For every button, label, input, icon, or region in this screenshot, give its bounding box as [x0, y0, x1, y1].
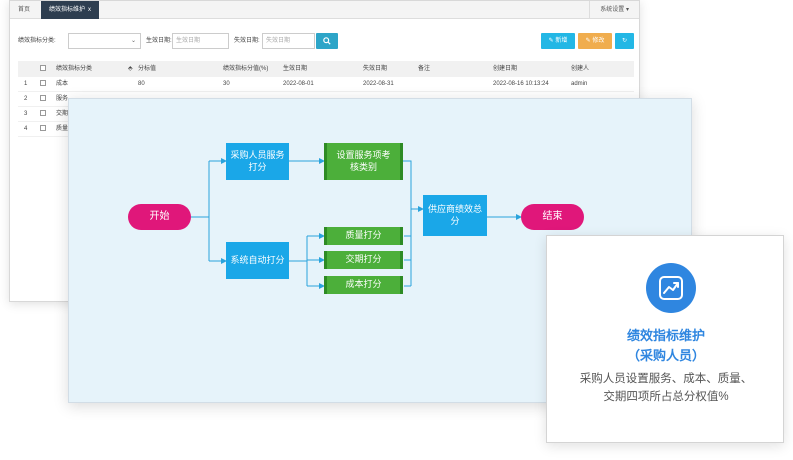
set-items-node: 设置服务项考 核类别 — [324, 143, 403, 180]
add-button[interactable]: ✎ 新增 — [541, 33, 575, 49]
col-score[interactable]: 绩效指标分值(%) — [223, 61, 268, 77]
col-note[interactable]: 备注 — [418, 61, 430, 77]
col-category[interactable]: 绩效指标分类 — [56, 61, 92, 77]
row-checkbox[interactable] — [40, 92, 46, 107]
search-bar: 绩效指标分类: ⌄ 生效日期: 生效日期 失效日期: 失效日期 ✎ 新增 ✎ 修… — [18, 33, 634, 51]
row-number: 1 — [24, 81, 28, 87]
col-created[interactable]: 创建日期 — [493, 61, 517, 77]
tab-home[interactable]: 首页 — [10, 1, 38, 19]
system-settings-menu[interactable]: 系统设置 ▾ — [589, 1, 629, 19]
info-title-line2: （采购人员） — [626, 348, 705, 363]
row-checkbox[interactable] — [40, 107, 46, 122]
effective-date-label: 生效日期: — [146, 38, 172, 44]
cell-value: 80 — [138, 81, 145, 87]
auto-score-node: 系统自动打分 — [226, 242, 289, 279]
cell-score: 30 — [223, 81, 230, 87]
add-label: 新增 — [555, 38, 568, 44]
row-checkbox[interactable] — [40, 77, 46, 92]
info-desc-line1: 采购人员设置服务、成本、质量、 — [579, 373, 753, 385]
buyer-score-node: 采购人员服务 打分 — [226, 143, 289, 180]
effective-date-input[interactable]: 生效日期 — [172, 33, 229, 49]
cell-creator: admin — [571, 81, 588, 87]
info-title-line1: 绩效指标维护 — [626, 328, 705, 343]
col-end[interactable]: 失效日期 — [363, 61, 387, 77]
feature-info-card: 绩效指标维护 （采购人员） 采购人员设置服务、成本、质量、 交期四项所占总分权值… — [546, 235, 784, 443]
row-number: 2 — [24, 96, 28, 102]
select-all-checkbox[interactable] — [40, 61, 46, 77]
tab-close-icon[interactable]: x — [88, 7, 91, 13]
edit-icon: ✎ — [548, 38, 554, 44]
start-node: 开始 — [128, 204, 191, 230]
cell-start: 2022-08-01 — [283, 81, 314, 87]
col-creator[interactable]: 创建人 — [571, 61, 589, 77]
info-title: 绩效指标维护 （采购人员） — [547, 326, 785, 366]
chart-trend-icon — [646, 263, 696, 313]
table-header: 绩效指标分类 ⬘ 分标值 绩效指标分值(%) 生效日期 失效日期 备注 创建日期… — [18, 61, 634, 77]
cell-category: 服务 — [56, 96, 69, 102]
refresh-button[interactable]: ↻ — [615, 33, 634, 49]
row-checkbox[interactable] — [40, 122, 46, 137]
tab-kpi-maintenance[interactable]: 绩效指标维护 x — [41, 1, 100, 19]
tab-kpi-label: 绩效指标维护 — [49, 7, 86, 13]
expire-date-input[interactable]: 失效日期 — [262, 33, 315, 49]
category-select[interactable]: ⌄ — [68, 33, 141, 49]
delivery-score-node: 交期打分 — [324, 251, 403, 269]
info-desc-line2: 交期四项所占总分权值% — [603, 391, 729, 403]
row-number: 3 — [24, 111, 28, 117]
refresh-icon: ↻ — [621, 38, 628, 44]
expire-date-label: 失效日期: — [234, 38, 260, 44]
system-settings-label: 系统设置 — [600, 7, 625, 13]
cell-category: 质量 — [56, 126, 69, 132]
edit-label: 修改 — [592, 38, 605, 44]
cell-category: 成本 — [56, 81, 69, 87]
category-label: 绩效指标分类: — [18, 38, 56, 44]
row-number: 4 — [24, 126, 28, 132]
caret-down-icon: ▾ — [625, 7, 629, 13]
table-row[interactable]: 1 成本 80 30 2022-08-01 2022-08-31 2022-08… — [18, 77, 634, 92]
search-icon — [323, 37, 331, 45]
edit-button[interactable]: ✎ 修改 — [578, 33, 612, 49]
sort-icon[interactable]: ⬘ — [128, 61, 133, 77]
col-value[interactable]: 分标值 — [138, 61, 156, 77]
quality-score-node: 质量打分 — [324, 227, 403, 245]
chevron-down-icon: ⌄ — [130, 38, 136, 44]
end-node: 结束 — [521, 204, 584, 230]
cell-created: 2022-08-16 10:13:24 — [493, 81, 549, 87]
cost-score-node: 成本打分 — [324, 276, 403, 294]
info-description: 采购人员设置服务、成本、质量、 交期四项所占总分权值% — [547, 370, 785, 406]
tab-bar: 首页 绩效指标维护 x 系统设置 ▾ — [10, 1, 639, 19]
cell-category: 交期 — [56, 111, 69, 117]
supplier-total-node: 供应商绩效总 分 — [423, 195, 487, 236]
search-button[interactable] — [316, 33, 338, 49]
col-start[interactable]: 生效日期 — [283, 61, 307, 77]
cell-end: 2022-08-31 — [363, 81, 394, 87]
edit-icon: ✎ — [585, 38, 591, 44]
